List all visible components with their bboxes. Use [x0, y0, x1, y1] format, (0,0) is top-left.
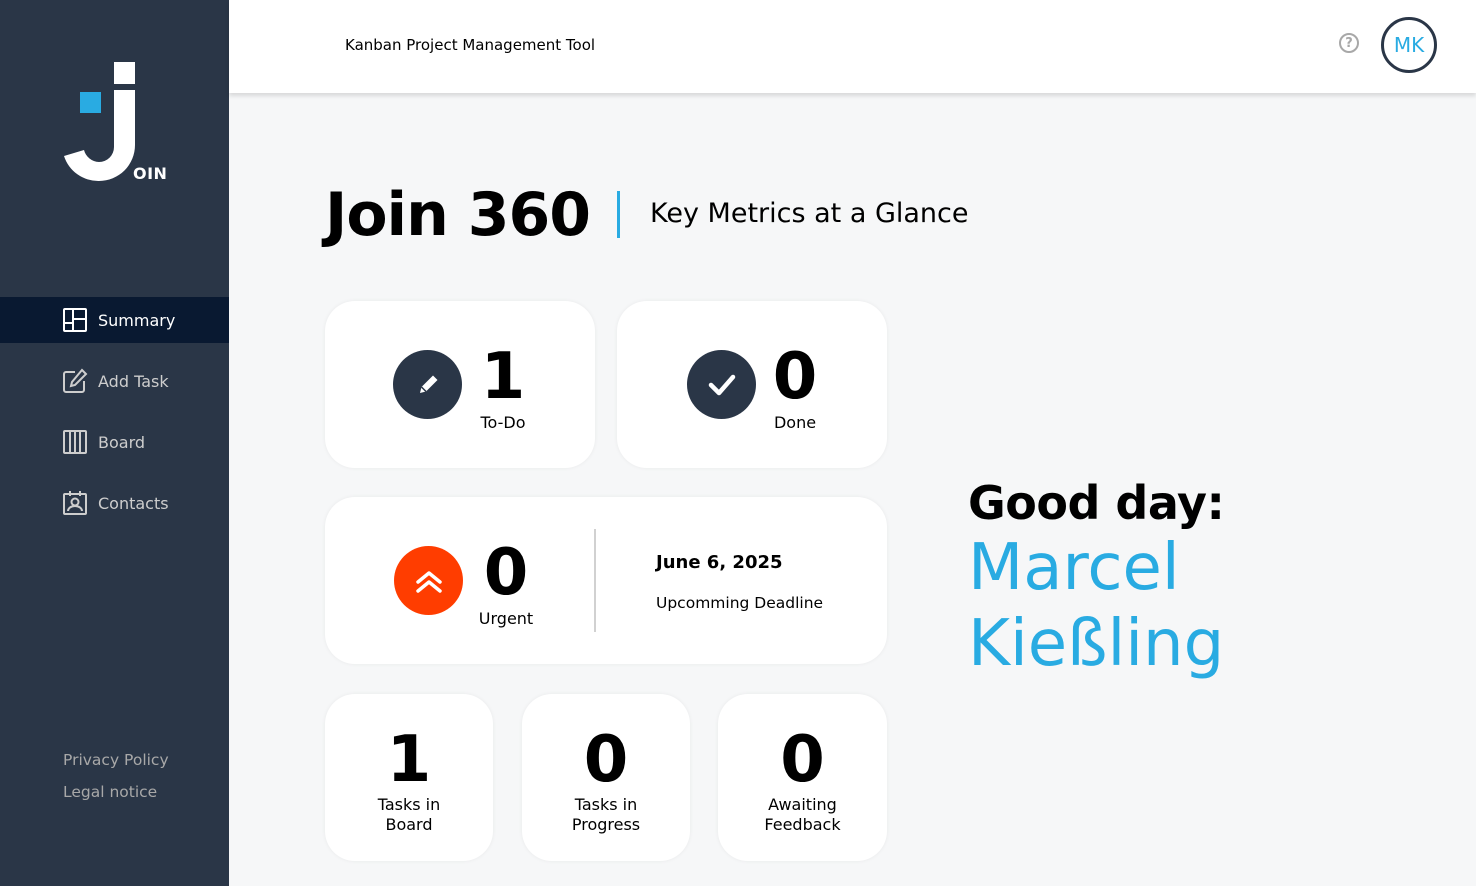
urgent-count: 0: [483, 536, 529, 610]
urgent-label: Urgent: [478, 609, 534, 628]
sidebar-item-contacts[interactable]: Contacts: [0, 480, 229, 526]
awaiting-feedback-label-2: Feedback: [764, 815, 841, 834]
done-label: Done: [773, 413, 817, 432]
contacts-icon: [62, 490, 88, 516]
check-icon: [687, 350, 756, 419]
card-divider: [594, 529, 596, 632]
sidebar-item-add-task[interactable]: Add Task: [0, 358, 229, 404]
tasks-in-board-label-1: Tasks in: [377, 795, 441, 814]
header-title: Kanban Project Management Tool: [345, 36, 596, 54]
sidebar: OIN Summary Add Task Board Contacts Priv…: [0, 0, 229, 886]
double-chevron-up-icon: [394, 546, 463, 615]
legal-links: Privacy Policy Legal notice: [63, 751, 169, 815]
sidebar-nav: Summary Add Task Board Contacts: [0, 297, 229, 541]
tasks-in-progress-label-1: Tasks in: [574, 795, 638, 814]
sidebar-item-label: Summary: [98, 310, 176, 330]
sidebar-item-label: Contacts: [98, 493, 169, 513]
page-subtitle: Key Metrics at a Glance: [650, 198, 969, 229]
title-divider: [617, 191, 620, 238]
page-title: Join 360: [325, 180, 591, 250]
awaiting-feedback-card[interactable]: 0 Awaiting Feedback: [718, 694, 887, 861]
greeting-last-name: Kießling: [968, 607, 1225, 681]
tasks-in-board-count: 1: [386, 723, 432, 797]
logo-square-white: [114, 62, 135, 84]
tasks-in-board-card[interactable]: 1 Tasks in Board: [325, 694, 493, 861]
pencil-icon: [393, 350, 462, 419]
todo-count: 1: [480, 340, 526, 414]
done-count: 0: [772, 340, 818, 414]
greeting-text: Good day:: [968, 476, 1225, 530]
tasks-in-progress-label-2: Progress: [571, 815, 641, 834]
deadline-label: Upcomming Deadline: [656, 594, 824, 612]
greeting-first-name: Marcel: [968, 531, 1180, 605]
tasks-in-progress-card[interactable]: 0 Tasks in Progress: [522, 694, 690, 861]
logo-j-glyph: [64, 90, 135, 182]
awaiting-feedback-label-1: Awaiting: [768, 795, 837, 814]
done-card[interactable]: 0 Done: [617, 301, 887, 468]
sidebar-item-board[interactable]: Board: [0, 419, 229, 465]
sidebar-item-summary[interactable]: Summary: [0, 297, 229, 343]
deadline-date: June 6, 2025: [656, 552, 783, 573]
join-logo[interactable]: OIN: [62, 60, 172, 185]
todo-label: To-Do: [480, 413, 526, 432]
sidebar-item-label: Board: [98, 432, 146, 452]
tasks-in-board-label-2: Board: [385, 815, 433, 834]
legal-notice-link[interactable]: Legal notice: [63, 783, 169, 801]
add-task-icon: [62, 368, 88, 394]
user-avatar[interactable]: MK: [1381, 17, 1437, 73]
awaiting-feedback-count: 0: [780, 723, 825, 797]
help-icon[interactable]: ?: [1339, 33, 1359, 53]
tasks-in-progress-count: 0: [583, 723, 629, 797]
top-header: Kanban Project Management Tool ? MK: [229, 0, 1476, 93]
board-icon: [62, 429, 88, 455]
logo-text: OIN: [133, 164, 168, 183]
urgent-card[interactable]: 0 Urgent June 6, 2025 Upcomming Deadline: [325, 497, 887, 664]
todo-card[interactable]: 1 To-Do: [325, 301, 595, 468]
greeting-name: Marcel Kießling: [968, 530, 1224, 682]
sidebar-item-label: Add Task: [98, 371, 169, 391]
summary-icon: [62, 307, 88, 333]
privacy-policy-link[interactable]: Privacy Policy: [63, 751, 169, 769]
